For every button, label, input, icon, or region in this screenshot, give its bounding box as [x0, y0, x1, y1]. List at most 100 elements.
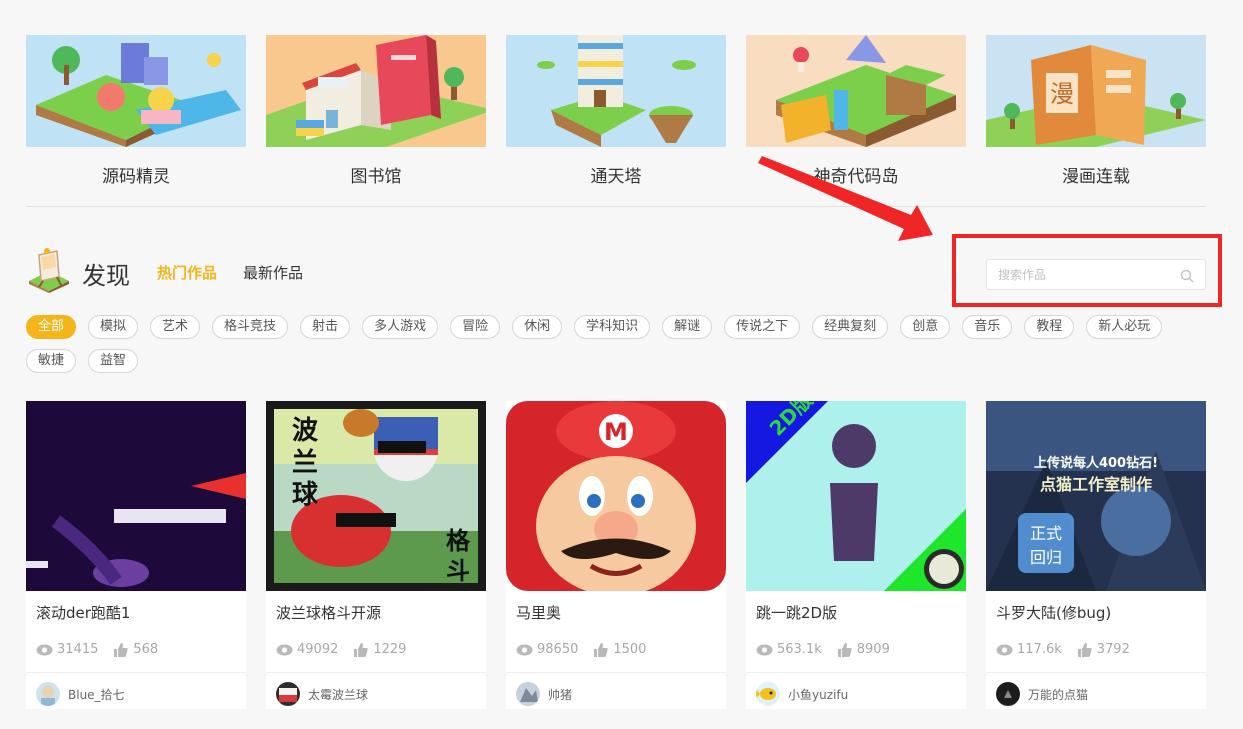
- tag-item[interactable]: 多人游戏: [362, 315, 439, 339]
- like-count: 8909: [856, 642, 890, 657]
- work-author[interactable]: 太霉波兰球: [266, 672, 486, 706]
- thumb-text: 波: [292, 416, 319, 446]
- tag-item[interactable]: 休闲: [512, 315, 563, 339]
- work-card[interactable]: 2D版 跳一跳2D版 563.1k 8909 小鱼yuzifu: [746, 401, 966, 709]
- tag-item[interactable]: 经典复刻: [812, 315, 889, 339]
- tag-item[interactable]: 艺术: [150, 315, 201, 339]
- tag-all[interactable]: 全部: [26, 315, 77, 339]
- work-card[interactable]: M 马里奥 98650 1500 帅猪: [506, 401, 726, 709]
- work-title: 跳一跳2D版: [756, 604, 838, 622]
- avatar: [756, 682, 780, 706]
- avatar: [276, 682, 300, 706]
- tag-item[interactable]: 创意: [900, 315, 951, 339]
- highlight-box: [952, 234, 1222, 307]
- view-count: 49092: [297, 642, 339, 657]
- category-card-comics[interactable]: 漫 漫画连载: [986, 35, 1206, 187]
- work-thumbnail: M: [506, 401, 726, 591]
- tag-item[interactable]: 新人必玩: [1086, 315, 1163, 339]
- tag-item[interactable]: 解谜: [662, 315, 713, 339]
- tag-item[interactable]: 益智: [88, 349, 139, 373]
- code-island-illustration: [746, 35, 966, 147]
- work-card[interactable]: 波 兰 球 格 斗 波兰球格斗开源 49092 1229 太霉波兰球: [266, 401, 486, 709]
- tag-item[interactable]: 学科知识: [574, 315, 651, 339]
- svg-text:兰: 兰: [292, 448, 318, 478]
- tag-item[interactable]: 传说之下: [724, 315, 801, 339]
- category-label: 图书馆: [350, 167, 402, 187]
- category-card-library[interactable]: 图书馆: [266, 35, 486, 187]
- avatar: [516, 682, 540, 706]
- like-count: 1229: [373, 642, 407, 657]
- category-label: 神奇代码岛: [813, 167, 899, 187]
- thumbs-up-icon: [594, 642, 609, 657]
- svg-text:正式: 正式: [1030, 524, 1062, 543]
- tab-new-works[interactable]: 最新作品: [243, 262, 303, 283]
- svg-text:回归: 回归: [1030, 548, 1062, 567]
- work-stats: 31415 568: [26, 625, 246, 665]
- category-card-code-island[interactable]: 神奇代码岛: [746, 35, 966, 187]
- author-name: 小鱼yuzifu: [788, 687, 849, 702]
- svg-text:格: 格: [446, 527, 471, 555]
- svg-text:M: M: [604, 418, 628, 446]
- thumb-subline: 点猫工作室制作: [1040, 475, 1152, 494]
- work-card[interactable]: 滚动der跑酷1 31415 568 Blue_拾七: [26, 401, 246, 709]
- tag-item[interactable]: 音乐: [962, 315, 1013, 339]
- tag-item[interactable]: 教程: [1024, 315, 1075, 339]
- tag-item[interactable]: 冒险: [450, 315, 501, 339]
- work-thumbnail: [26, 401, 246, 591]
- easel-icon: [27, 247, 71, 293]
- work-thumbnail: 上传说每人400钻石! 点猫工作室制作 正式 回归: [986, 401, 1206, 591]
- thumb-headline: 上传说每人400钻石!: [1034, 455, 1158, 471]
- eye-icon: [276, 644, 293, 655]
- tag-item[interactable]: 模拟: [88, 315, 139, 339]
- work-title: 波兰球格斗开源: [276, 604, 382, 622]
- eye-icon: [516, 644, 533, 655]
- eye-icon: [996, 644, 1013, 655]
- work-stats: 117.6k 3792: [986, 625, 1206, 665]
- work-author[interactable]: 帅猪: [506, 672, 726, 706]
- avatar: [36, 682, 60, 706]
- author-name: Blue_拾七: [68, 687, 125, 702]
- category-card-babel-tower[interactable]: 通天塔: [506, 35, 726, 187]
- comics-illustration: 漫: [986, 35, 1206, 147]
- section-divider: [26, 206, 1206, 207]
- author-name: 太霉波兰球: [308, 687, 369, 702]
- category-label: 源码精灵: [102, 167, 170, 187]
- work-title: 斗罗大陆(修bug): [996, 604, 1112, 622]
- eye-icon: [756, 644, 773, 655]
- category-label: 漫画连载: [1062, 167, 1130, 187]
- work-card[interactable]: 上传说每人400钻石! 点猫工作室制作 正式 回归 斗罗大陆(修bug) 117…: [986, 401, 1206, 709]
- tag-filter-list: 全部 模拟 艺术 格斗竞技 射击 多人游戏 冒险 休闲 学科知识 解谜 传说之下…: [26, 315, 1216, 383]
- work-title: 马里奥: [516, 604, 562, 622]
- view-count: 98650: [537, 642, 579, 657]
- view-count: 563.1k: [777, 642, 822, 657]
- eye-icon: [36, 644, 53, 655]
- work-author[interactable]: Blue_拾七: [26, 672, 246, 706]
- tab-hot-works[interactable]: 热门作品: [157, 262, 217, 283]
- work-stats: 49092 1229: [266, 625, 486, 665]
- work-author[interactable]: 万能的点猫: [986, 672, 1206, 706]
- svg-text:斗: 斗: [446, 557, 470, 585]
- like-count: 1500: [613, 642, 647, 657]
- work-stats: 98650 1500: [506, 625, 726, 665]
- author-name: 万能的点猫: [1028, 687, 1089, 702]
- tag-item[interactable]: 格斗竞技: [212, 315, 289, 339]
- avatar: [996, 682, 1020, 706]
- work-thumbnail: 2D版: [746, 401, 966, 591]
- tag-item[interactable]: 敏捷: [26, 349, 77, 373]
- svg-text:球: 球: [292, 480, 319, 510]
- thumbs-up-icon: [1077, 642, 1092, 657]
- category-label: 通天塔: [590, 167, 642, 187]
- thumbs-up-icon: [114, 642, 129, 657]
- tag-item[interactable]: 射击: [300, 315, 351, 339]
- author-name: 帅猪: [548, 687, 573, 702]
- like-count: 3792: [1096, 642, 1130, 657]
- work-title: 滚动der跑酷1: [36, 604, 131, 622]
- view-count: 31415: [57, 642, 99, 657]
- work-author[interactable]: 小鱼yuzifu: [746, 672, 966, 706]
- source-sprite-illustration: [26, 35, 246, 147]
- work-stats: 563.1k 8909: [746, 625, 966, 665]
- category-banners: 源码精灵 图书馆 通天塔 神奇代码岛 漫 漫画连载: [26, 35, 1226, 187]
- category-card-source-sprite[interactable]: 源码精灵: [26, 35, 246, 187]
- like-count: 568: [133, 642, 159, 657]
- view-count: 117.6k: [1017, 642, 1062, 657]
